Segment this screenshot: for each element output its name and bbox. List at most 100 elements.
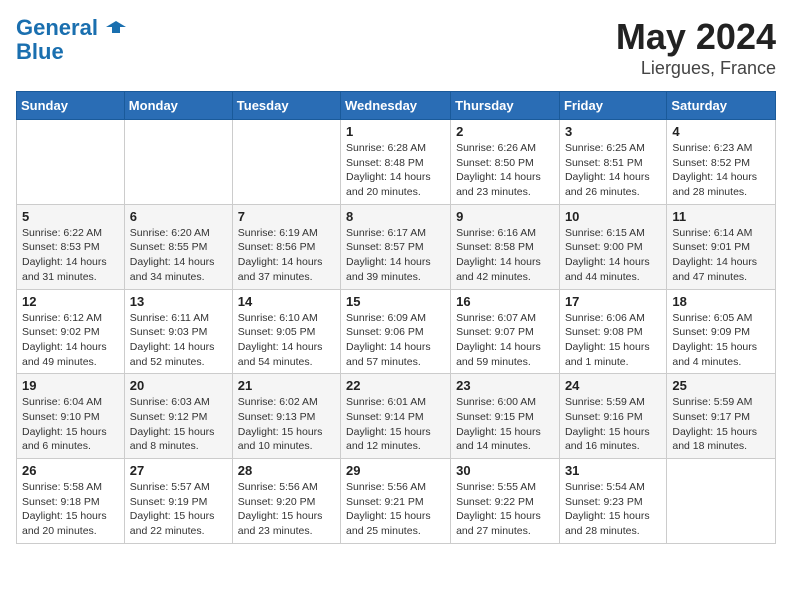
calendar-week-row: 12 Sunrise: 6:12 AM Sunset: 9:02 PM Dayli… [17,289,776,374]
day-info: Sunrise: 5:56 AM Sunset: 9:20 PM Dayligh… [238,480,335,539]
day-number: 19 [22,378,119,393]
day-info: Sunrise: 5:54 AM Sunset: 9:23 PM Dayligh… [565,480,661,539]
calendar-cell: 25Sunrise: 5:59 AM Sunset: 9:17 PM Dayli… [667,374,776,459]
day-info: Sunrise: 6:20 AM Sunset: 8:55 PM Dayligh… [130,226,227,285]
day-info: Sunrise: 6:00 AM Sunset: 9:15 PM Dayligh… [456,395,554,454]
day-number: 14 [238,294,335,309]
calendar-cell: 9 Sunrise: 6:16 AM Sunset: 8:58 PM Daylig… [451,204,560,289]
day-info: Sunrise: 5:57 AM Sunset: 9:19 PM Dayligh… [130,480,227,539]
calendar-week-row: 1Sunrise: 6:28 AM Sunset: 8:48 PM Daylig… [17,120,776,205]
weekday-header-tuesday: Tuesday [232,92,340,120]
day-info: Sunrise: 6:06 AM Sunset: 9:08 PM Dayligh… [565,311,661,370]
day-info: Sunrise: 6:04 AM Sunset: 9:10 PM Dayligh… [22,395,119,454]
logo-bird-icon [106,19,126,39]
calendar-table: SundayMondayTuesdayWednesdayThursdayFrid… [16,91,776,544]
calendar-cell: 18Sunrise: 6:05 AM Sunset: 9:09 PM Dayli… [667,289,776,374]
day-number: 7 [238,209,335,224]
calendar-cell: 13 Sunrise: 6:11 AM Sunset: 9:03 PM Dayli… [124,289,232,374]
calendar-cell: 4Sunrise: 6:23 AM Sunset: 8:52 PM Daylig… [667,120,776,205]
calendar-cell: 23 Sunrise: 6:00 AM Sunset: 9:15 PM Dayli… [451,374,560,459]
day-info: Sunrise: 6:17 AM Sunset: 8:57 PM Dayligh… [346,226,445,285]
weekday-header-thursday: Thursday [451,92,560,120]
weekday-header-wednesday: Wednesday [341,92,451,120]
day-info: Sunrise: 6:03 AM Sunset: 9:12 PM Dayligh… [130,395,227,454]
calendar-cell [17,120,125,205]
day-info: Sunrise: 6:14 AM Sunset: 9:01 PM Dayligh… [672,226,770,285]
day-info: Sunrise: 5:55 AM Sunset: 9:22 PM Dayligh… [456,480,554,539]
calendar-cell: 22 Sunrise: 6:01 AM Sunset: 9:14 PM Dayli… [341,374,451,459]
day-info: Sunrise: 6:12 AM Sunset: 9:02 PM Dayligh… [22,311,119,370]
day-number: 3 [565,124,661,139]
day-number: 13 [130,294,227,309]
day-number: 29 [346,463,445,478]
day-number: 9 [456,209,554,224]
title-block: May 2024 Liergues, France [616,16,776,79]
day-number: 23 [456,378,554,393]
calendar-cell: 31 Sunrise: 5:54 AM Sunset: 9:23 PM Dayli… [559,459,666,544]
day-info: Sunrise: 6:09 AM Sunset: 9:06 PM Dayligh… [346,311,445,370]
weekday-header-friday: Friday [559,92,666,120]
calendar-cell: 21 Sunrise: 6:02 AM Sunset: 9:13 PM Dayli… [232,374,340,459]
calendar-cell [232,120,340,205]
calendar-cell: 16 Sunrise: 6:07 AM Sunset: 9:07 PM Dayli… [451,289,560,374]
day-number: 15 [346,294,445,309]
page-subtitle: Liergues, France [616,58,776,79]
calendar-cell [124,120,232,205]
day-info: Sunrise: 6:02 AM Sunset: 9:13 PM Dayligh… [238,395,335,454]
day-number: 12 [22,294,119,309]
day-info: Sunrise: 6:19 AM Sunset: 8:56 PM Dayligh… [238,226,335,285]
calendar-cell: 29 Sunrise: 5:56 AM Sunset: 9:21 PM Dayli… [341,459,451,544]
day-number: 17 [565,294,661,309]
day-info: Sunrise: 6:07 AM Sunset: 9:07 PM Dayligh… [456,311,554,370]
calendar-cell: 8Sunrise: 6:17 AM Sunset: 8:57 PM Daylig… [341,204,451,289]
day-info: Sunrise: 6:10 AM Sunset: 9:05 PM Dayligh… [238,311,335,370]
calendar-cell: 14 Sunrise: 6:10 AM Sunset: 9:05 PM Dayli… [232,289,340,374]
calendar-week-row: 19 Sunrise: 6:04 AM Sunset: 9:10 PM Dayli… [17,374,776,459]
calendar-week-row: 5Sunrise: 6:22 AM Sunset: 8:53 PM Daylig… [17,204,776,289]
calendar-cell: 28Sunrise: 5:56 AM Sunset: 9:20 PM Dayli… [232,459,340,544]
calendar-cell: 26Sunrise: 5:58 AM Sunset: 9:18 PM Dayli… [17,459,125,544]
logo: General Blue [16,16,126,64]
day-number: 10 [565,209,661,224]
day-info: Sunrise: 5:56 AM Sunset: 9:21 PM Dayligh… [346,480,445,539]
calendar-cell: 30 Sunrise: 5:55 AM Sunset: 9:22 PM Dayli… [451,459,560,544]
day-number: 31 [565,463,661,478]
logo-line2: Blue [16,40,126,64]
day-number: 25 [672,378,770,393]
day-number: 11 [672,209,770,224]
day-info: Sunrise: 6:15 AM Sunset: 9:00 PM Dayligh… [565,226,661,285]
day-info: Sunrise: 6:25 AM Sunset: 8:51 PM Dayligh… [565,141,661,200]
day-number: 22 [346,378,445,393]
calendar-cell: 19 Sunrise: 6:04 AM Sunset: 9:10 PM Dayli… [17,374,125,459]
calendar-cell: 3 Sunrise: 6:25 AM Sunset: 8:51 PM Daylig… [559,120,666,205]
calendar-cell: 17 Sunrise: 6:06 AM Sunset: 9:08 PM Dayli… [559,289,666,374]
day-info: Sunrise: 6:16 AM Sunset: 8:58 PM Dayligh… [456,226,554,285]
day-number: 2 [456,124,554,139]
day-number: 6 [130,209,227,224]
calendar-cell: 27 Sunrise: 5:57 AM Sunset: 9:19 PM Dayli… [124,459,232,544]
day-number: 16 [456,294,554,309]
day-number: 26 [22,463,119,478]
calendar-cell: 5Sunrise: 6:22 AM Sunset: 8:53 PM Daylig… [17,204,125,289]
day-number: 1 [346,124,445,139]
weekday-header-sunday: Sunday [17,92,125,120]
day-info: Sunrise: 6:11 AM Sunset: 9:03 PM Dayligh… [130,311,227,370]
weekday-header-row: SundayMondayTuesdayWednesdayThursdayFrid… [17,92,776,120]
day-number: 5 [22,209,119,224]
calendar-cell: 2 Sunrise: 6:26 AM Sunset: 8:50 PM Daylig… [451,120,560,205]
day-number: 27 [130,463,227,478]
calendar-cell: 15 Sunrise: 6:09 AM Sunset: 9:06 PM Dayli… [341,289,451,374]
day-info: Sunrise: 6:01 AM Sunset: 9:14 PM Dayligh… [346,395,445,454]
day-number: 20 [130,378,227,393]
day-info: Sunrise: 5:59 AM Sunset: 9:16 PM Dayligh… [565,395,661,454]
weekday-header-monday: Monday [124,92,232,120]
calendar-cell: 1Sunrise: 6:28 AM Sunset: 8:48 PM Daylig… [341,120,451,205]
day-number: 21 [238,378,335,393]
calendar-cell: 24 Sunrise: 5:59 AM Sunset: 9:16 PM Dayli… [559,374,666,459]
day-number: 24 [565,378,661,393]
calendar-week-row: 26Sunrise: 5:58 AM Sunset: 9:18 PM Dayli… [17,459,776,544]
calendar-cell: 10 Sunrise: 6:15 AM Sunset: 9:00 PM Dayli… [559,204,666,289]
page-header: General Blue May 2024 Liergues, France [16,16,776,79]
day-info: Sunrise: 6:26 AM Sunset: 8:50 PM Dayligh… [456,141,554,200]
day-number: 30 [456,463,554,478]
